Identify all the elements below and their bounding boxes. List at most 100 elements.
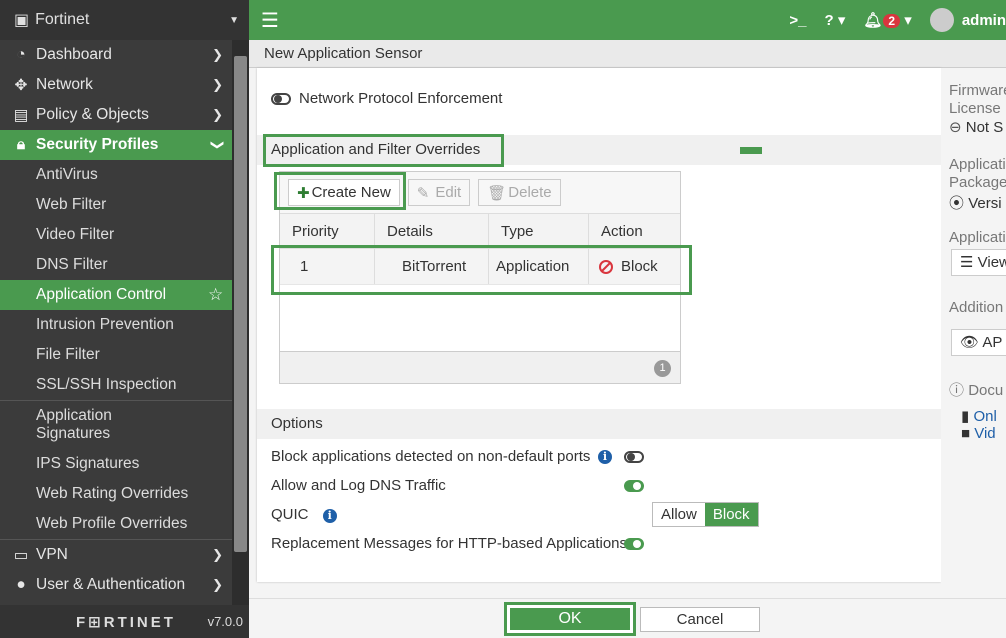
notifications-button[interactable]: 🔔︎ 2 ▾ — [863, 11, 911, 29]
quic-allow-option[interactable]: Allow — [653, 503, 705, 526]
documentation-label: ⓘ Docu — [949, 379, 1003, 400]
app-name: Fortinet — [35, 11, 90, 28]
additional-label: Addition — [949, 299, 1004, 316]
package-version: ⦿ Versi — [949, 192, 1002, 213]
lock-icon: 🔒︎ — [16, 136, 26, 153]
laptop-icon: ▭ — [13, 546, 29, 564]
sidebar-item-video-filter[interactable]: Video Filter — [0, 220, 249, 250]
help-icon[interactable]: ? ▾ — [825, 11, 846, 29]
sensor-form: Network Protocol Enforcement Application… — [257, 68, 941, 582]
sidebar-item-policy-objects[interactable]: ▤ Policy & Objects ❯ — [0, 100, 249, 130]
sidebar-item-application-signatures[interactable]: Application Signatures — [0, 401, 249, 449]
table-footer: 1 — [280, 351, 680, 383]
star-icon[interactable]: ☆ — [208, 285, 223, 305]
cli-console-icon[interactable]: >_ — [789, 12, 806, 29]
option-quic: QUIC i — [271, 506, 337, 523]
sidebar-scrollbar[interactable] — [232, 40, 249, 638]
view-button[interactable]: ☰ View — [951, 249, 1006, 276]
sidebar-item-web-filter[interactable]: Web Filter — [0, 190, 249, 220]
list-icon: ☰ — [960, 254, 974, 271]
top-bar: ☰ >_ ? ▾ 🔔︎ 2 ▾ admin — [249, 0, 1006, 40]
sidebar-item-ssl-ssh-inspection[interactable]: SSL/SSH Inspection — [0, 370, 249, 400]
link-label: Vid — [974, 425, 996, 442]
eye-icon: 👁︎ — [960, 334, 980, 351]
sidebar-item-ips-signatures[interactable]: IPS Signatures — [0, 449, 249, 479]
fortinet-logo: F⊞RTINET — [76, 613, 176, 631]
menu-icon[interactable]: ☰ — [261, 8, 279, 33]
sidebar-item-web-profile-overrides[interactable]: Web Profile Overrides — [0, 509, 249, 539]
video-icon: ■ — [961, 425, 971, 442]
highlight-box — [271, 245, 692, 295]
npe-row: Network Protocol Enforcement — [271, 90, 502, 107]
bell-icon: 🔔︎ — [863, 12, 883, 29]
column-header-type[interactable]: Type — [489, 214, 589, 248]
sidebar-footer: F⊞RTINET v7.0.0 — [0, 605, 249, 638]
chevron-down-icon: ▼ — [229, 14, 239, 26]
ap-button[interactable]: 👁︎ AP — [951, 329, 1006, 356]
notification-badge: 2 — [883, 14, 901, 28]
delete-button[interactable]: 🗑︎ Delete — [478, 179, 561, 206]
chevron-right-icon: ❯ — [212, 577, 223, 592]
options-title: Options — [271, 415, 323, 432]
sidebar: ▣ Fortinet ▼ ◔ Dashboard ❯ ✥ Network ❯ ▤… — [0, 0, 249, 638]
sidebar-item-dns-filter[interactable]: DNS Filter — [0, 250, 249, 280]
version-label: v7.0.0 — [207, 614, 243, 629]
radio-icon: ⦿ — [949, 195, 965, 212]
license-label: License — [949, 100, 1001, 117]
sidebar-item-intrusion-prevention[interactable]: Intrusion Prevention — [0, 310, 249, 340]
dns-traffic-toggle[interactable] — [624, 480, 644, 492]
option-nondefault-ports: Block applications detected on non-defau… — [271, 448, 590, 465]
info-icon[interactable]: i — [598, 450, 612, 464]
firmware-label: Firmware — [949, 82, 1006, 99]
cancel-button[interactable]: Cancel — [640, 607, 760, 632]
edit-button[interactable]: ✎ Edit — [407, 179, 471, 206]
nondefault-ports-toggle[interactable] — [624, 451, 644, 463]
ok-button[interactable]: OK — [504, 602, 636, 636]
app-switcher[interactable]: ▣ Fortinet ▼ — [0, 0, 249, 40]
sidebar-item-network[interactable]: ✥ Network ❯ — [0, 70, 249, 100]
sidebar-item-label: Dashboard — [36, 46, 112, 63]
video-link[interactable]: ■ Vid — [961, 425, 996, 442]
sidebar-item-vpn[interactable]: ▭ VPN ❯ — [0, 540, 249, 570]
sidebar-item-security-profiles[interactable]: 🔒︎ Security Profiles ❯ — [0, 130, 249, 160]
fortinet-icon: ▣ — [14, 12, 30, 29]
column-header-priority[interactable]: Priority — [280, 214, 375, 248]
sidebar-item-label: Security Profiles — [36, 136, 159, 153]
option-label: Replacement Messages for HTTP-based Appl… — [271, 535, 628, 552]
sidebar-item-label: User & Authentication — [36, 576, 186, 593]
question-circle-icon: ⓘ — [949, 382, 965, 399]
trash-icon: 🗑︎ — [487, 184, 507, 202]
sidebar-item-web-rating-overrides[interactable]: Web Rating Overrides — [0, 479, 249, 509]
network-icon: ✥ — [14, 76, 28, 94]
sidebar-item-application-control[interactable]: Application Control ☆ — [0, 280, 249, 310]
highlight-box — [274, 172, 406, 210]
column-header-details[interactable]: Details — [375, 214, 489, 248]
license-status: ⊖ Not S — [949, 118, 1003, 136]
online-help-link[interactable]: ▮ Onl — [961, 407, 997, 425]
info-icon[interactable]: i — [322, 509, 337, 523]
column-header-action[interactable]: Action — [589, 214, 680, 248]
option-replacement-messages: Replacement Messages for HTTP-based Appl… — [271, 535, 627, 552]
table-header: Priority Details Type Action — [280, 214, 680, 249]
dashboard-icon: ◔ — [16, 46, 26, 63]
sidebar-item-label: Application Signatures — [36, 407, 112, 442]
sidebar-item-user-authentication[interactable]: ● User & Authentication ❯ — [0, 570, 249, 600]
quic-block-option[interactable]: Block — [704, 503, 758, 526]
application-label: Applicati — [949, 156, 1006, 173]
version-value: Versi — [968, 195, 1002, 212]
chevron-right-icon: ❯ — [212, 77, 223, 92]
sidebar-item-antivirus[interactable]: AntiVirus — [0, 160, 249, 190]
option-label: Block applications detected on non-defau… — [271, 448, 591, 465]
link-label: Onl — [973, 408, 997, 425]
scrollbar-thumb[interactable] — [234, 56, 247, 552]
npe-toggle[interactable] — [271, 92, 291, 105]
user-menu[interactable]: admin — [929, 8, 1006, 32]
sidebar-item-file-filter[interactable]: File Filter — [0, 340, 249, 370]
options-section-header: Options — [257, 409, 941, 439]
sidebar-item-label: Application Control — [36, 286, 167, 303]
sidebar-item-dashboard[interactable]: ◔ Dashboard ❯ — [0, 40, 249, 70]
replacement-messages-toggle[interactable] — [624, 538, 644, 550]
docs-text: Docu — [968, 382, 1004, 399]
page-title: New Application Sensor — [249, 40, 1006, 68]
progress-indicator — [740, 147, 762, 154]
